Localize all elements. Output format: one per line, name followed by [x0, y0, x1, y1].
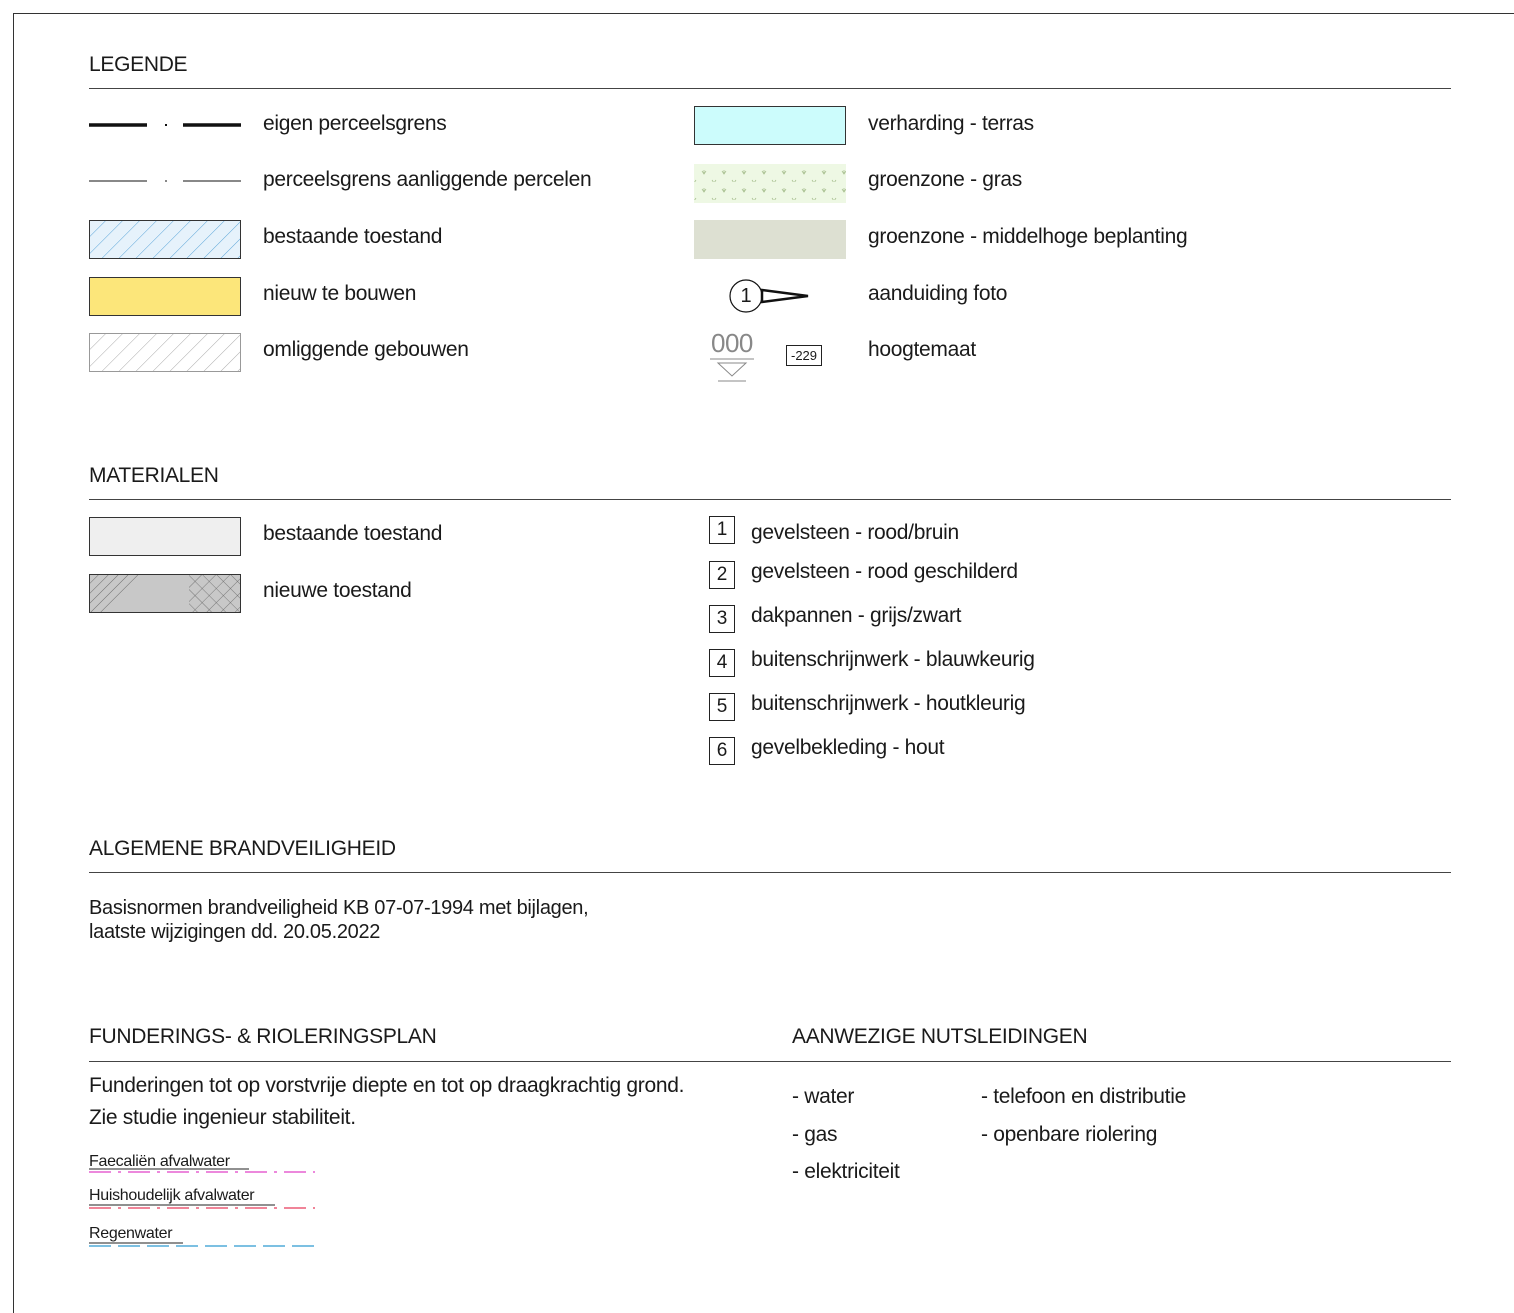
brand-text-line2: laatste wijzigingen dd. 20.05.2022	[89, 921, 381, 943]
pipe-label-regenwater: Regenwater	[89, 1225, 173, 1242]
legende-label-omliggende-gebouwen: omliggende gebouwen	[263, 338, 469, 361]
material-label: buitenschrijnwerk - blauwkeurig	[751, 648, 1035, 671]
material-new-swatch-icon	[89, 574, 241, 613]
legende-label-nieuw-te-bouwen: nieuw te bouwen	[263, 282, 417, 305]
nuts-item-riolering: - openbare riolering	[981, 1123, 1158, 1146]
material-label: gevelsteen - rood/bruin	[751, 521, 959, 544]
nuts-title: AANWEZIGE NUTSLEIDINGEN	[792, 1025, 1088, 1048]
nuts-item-telefoon: - telefoon en distributie	[981, 1085, 1186, 1108]
fundering-text-line2: Zie studie ingenieur stabiliteit.	[89, 1106, 356, 1129]
nuts-item-elektriciteit: - elektriciteit	[792, 1160, 900, 1183]
height-marker-icon: 000	[708, 328, 758, 384]
materialen-rule	[89, 499, 1451, 500]
photo-marker-icon: 1	[728, 278, 809, 314]
material-number-box: 1	[709, 516, 735, 544]
pipe-line-regenwater-icon	[89, 1242, 315, 1247]
legende-rule	[89, 88, 1451, 89]
legende-label-aanduiding-foto: aanduiding foto	[868, 282, 1008, 305]
height-tag: -229	[786, 345, 823, 366]
blue-hatch-swatch-icon	[89, 220, 241, 259]
thin-dash-dot-line-icon	[89, 180, 241, 182]
material-number-box: 5	[709, 693, 735, 721]
brand-text-line1: Basisnormen brandveiligheid KB 07-07-199…	[89, 897, 589, 919]
material-label: gevelbekleding - hout	[751, 736, 945, 759]
legende-label-groenzone-beplanting: groenzone - middelhoge beplanting	[868, 225, 1188, 248]
fundering-rule	[89, 1061, 1451, 1062]
legende-label-hoogtemaat: hoogtemaat	[868, 338, 976, 361]
materialen-label-bestaande: bestaande toestand	[263, 522, 443, 545]
thick-dash-dot-line-icon	[89, 123, 241, 127]
material-number-box: 3	[709, 605, 735, 633]
legende-label-bestaande-toestand: bestaande toestand	[263, 225, 443, 248]
grass-swatch-icon	[694, 164, 846, 203]
material-existing-swatch-icon	[89, 517, 241, 556]
pipe-line-faecalien-icon	[89, 1168, 315, 1173]
grey-hatch-swatch-icon	[89, 333, 241, 372]
material-label: dakpannen - grijs/zwart	[751, 604, 962, 627]
brand-rule	[89, 872, 1451, 873]
brand-title: ALGEMENE BRANDVEILIGHEID	[89, 837, 396, 860]
material-label: buitenschrijnwerk - houtkleurig	[751, 692, 1026, 715]
planting-swatch-icon	[694, 220, 846, 259]
materialen-title: MATERIALEN	[89, 464, 219, 487]
cyan-swatch-icon	[694, 106, 846, 145]
material-number-box: 4	[709, 649, 735, 677]
fundering-text-line1: Funderingen tot op vorstvrije diepte en …	[89, 1074, 685, 1097]
legende-label-eigen-perceelsgrens: eigen perceelsgrens	[263, 112, 447, 135]
material-label: gevelsteen - rood geschilderd	[751, 560, 1018, 583]
fundering-title: FUNDERINGS- & RIOLERINGSPLAN	[89, 1025, 437, 1048]
materialen-label-nieuwe: nieuwe toestand	[263, 579, 412, 602]
legende-title: LEGENDE	[89, 53, 188, 76]
material-number-box: 6	[709, 737, 735, 765]
pipe-line-huishoudelijk-icon	[89, 1204, 315, 1209]
nuts-item-gas: - gas	[792, 1123, 838, 1146]
legende-label-groenzone-gras: groenzone - gras	[868, 168, 1022, 191]
yellow-swatch-icon	[89, 277, 241, 316]
nuts-item-water: - water	[792, 1085, 855, 1108]
pipe-label-huishoudelijk: Huishoudelijk afvalwater	[89, 1187, 255, 1204]
material-number-box: 2	[709, 561, 735, 589]
legende-label-perceelsgrens-aanliggend: perceelsgrens aanliggende percelen	[263, 168, 592, 191]
legende-label-verharding-terras: verharding - terras	[868, 112, 1034, 135]
photo-marker-number: 1	[740, 284, 752, 307]
